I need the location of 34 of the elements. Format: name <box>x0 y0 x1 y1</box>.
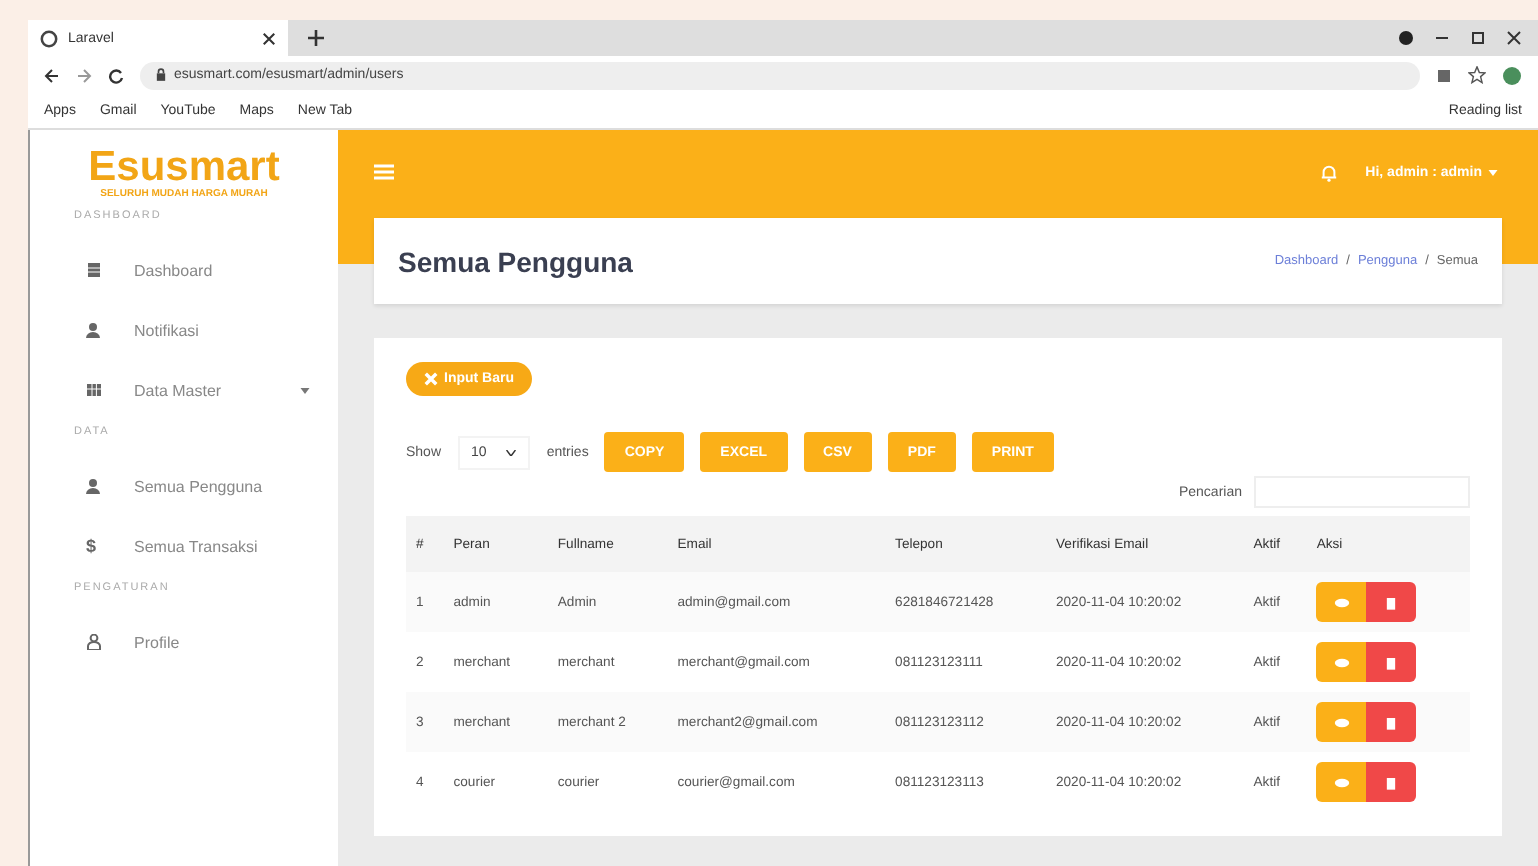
delete-button[interactable] <box>1366 582 1417 622</box>
sidebar-item[interactable]: Profile <box>30 612 338 672</box>
eye-icon <box>1333 777 1350 787</box>
table-icon <box>86 382 102 398</box>
delete-button[interactable] <box>1366 702 1417 742</box>
restore-icon[interactable] <box>1470 30 1486 46</box>
sidebar-item[interactable]: Notifikasi <box>30 300 338 360</box>
user-icon <box>86 322 102 338</box>
chevron-down-icon <box>506 449 517 455</box>
avatar-icon[interactable] <box>1502 65 1522 85</box>
dollar-icon: $ <box>86 536 102 556</box>
lock-icon <box>156 68 166 82</box>
delete-button[interactable] <box>1366 642 1417 682</box>
eye-icon <box>1333 717 1350 727</box>
x-icon <box>424 372 438 386</box>
sidebar-item[interactable]: Dashboard <box>30 240 338 300</box>
close-icon[interactable] <box>1506 30 1522 46</box>
caret-icon <box>1488 169 1498 175</box>
eye-icon <box>1333 597 1350 607</box>
eye-icon <box>1333 657 1350 667</box>
forward-icon[interactable] <box>76 67 92 83</box>
sidebar-item[interactable]: Semua Pengguna <box>30 456 338 516</box>
close-icon[interactable] <box>262 31 276 45</box>
new-tab-icon[interactable] <box>308 30 324 46</box>
delete-button[interactable] <box>1366 762 1417 802</box>
page-title: Semua Pengguna <box>398 245 633 277</box>
sidebar-item[interactable]: Data Master <box>30 360 338 420</box>
sidebar-item[interactable]: $ Semua Transaksi <box>30 516 338 576</box>
reload-icon[interactable] <box>108 67 124 83</box>
user-icon <box>86 478 102 494</box>
person-icon <box>86 634 102 650</box>
grid-icon <box>86 262 102 278</box>
back-icon[interactable] <box>44 67 60 83</box>
star-icon[interactable] <box>1468 66 1486 84</box>
